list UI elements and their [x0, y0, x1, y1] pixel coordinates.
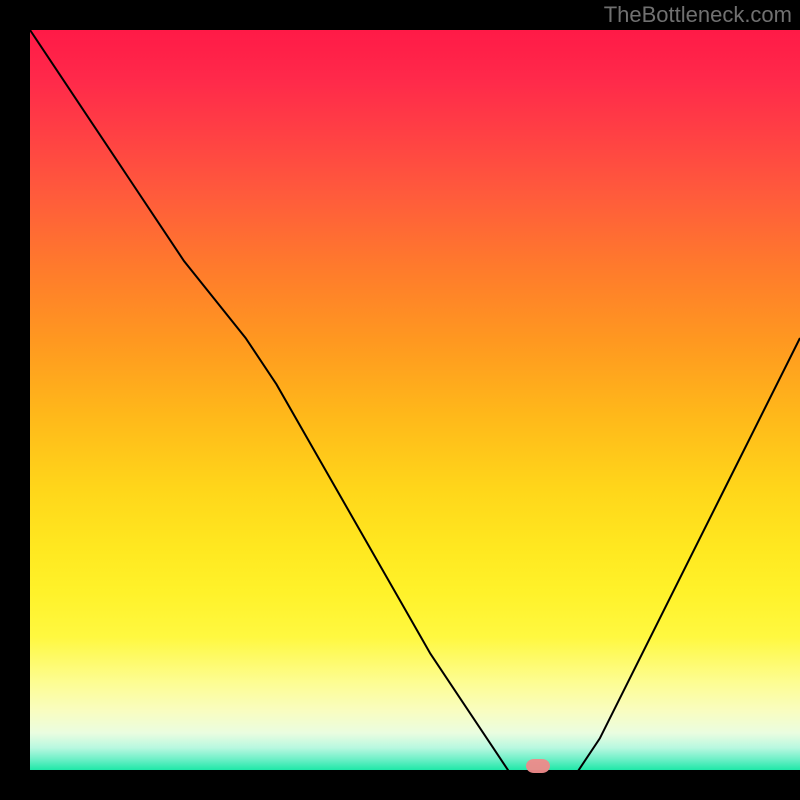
- chart-container: TheBottleneck.com: [0, 0, 800, 800]
- frame-left: [0, 30, 30, 770]
- plot-area: [30, 30, 800, 770]
- frame-bottom: [0, 770, 800, 800]
- watermark-text: TheBottleneck.com: [604, 2, 792, 28]
- optimal-marker: [526, 759, 550, 773]
- gradient-background: [30, 30, 800, 770]
